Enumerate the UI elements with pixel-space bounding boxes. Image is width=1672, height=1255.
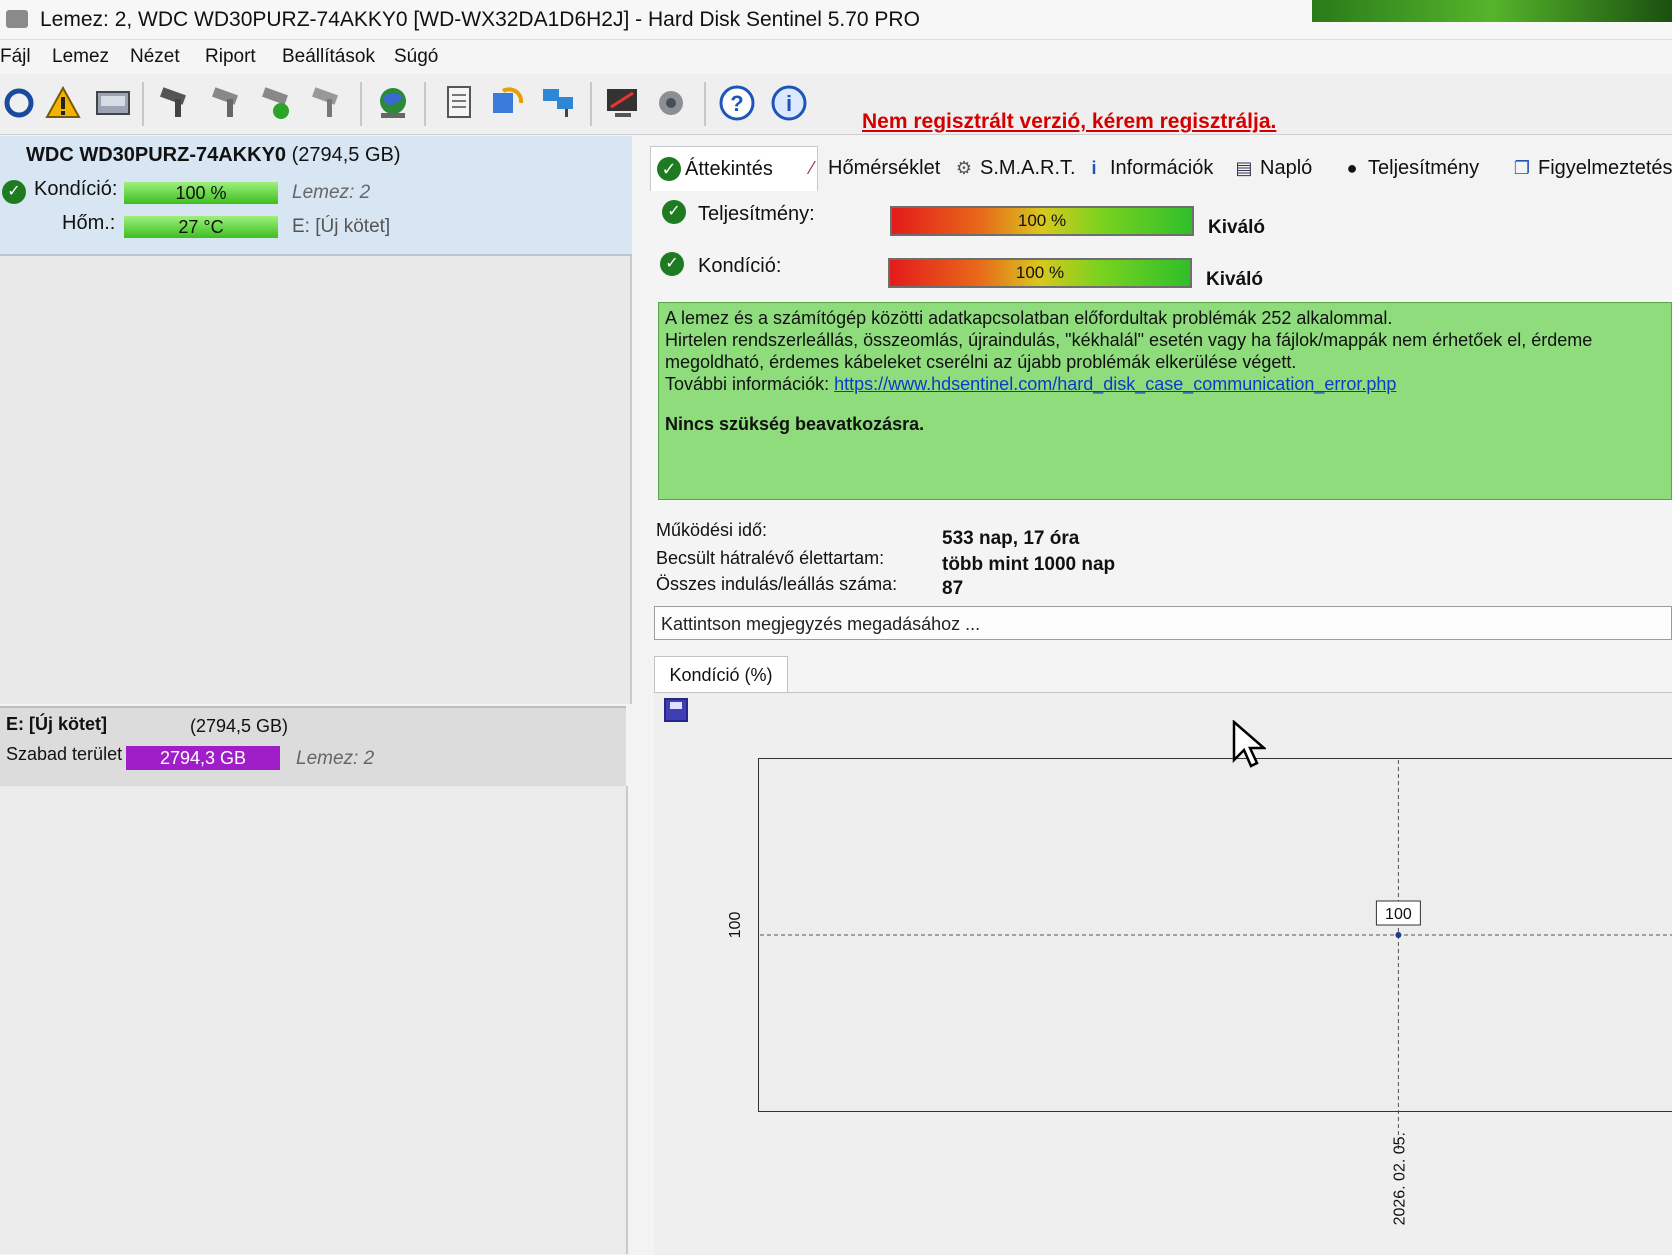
tab-alerts[interactable]: ❐ Figyelmeztetés: [1504, 146, 1672, 190]
temp-label: Hőm.:: [62, 212, 116, 234]
toolbar: ? i Nem regisztrált verzió, kérem regisz…: [0, 74, 1672, 135]
refresh-icon[interactable]: [0, 84, 38, 122]
temp-bar: 27 °C: [124, 216, 278, 238]
status-message-box: A lemez és a számítógép közötti adatkapc…: [658, 302, 1672, 500]
alert-doc-icon: ❐: [1513, 158, 1531, 178]
app-icon: [6, 10, 28, 28]
thermometer-icon: ⁄: [810, 158, 814, 178]
health-ok-icon: ✓: [2, 180, 26, 204]
free-space-bar: 2794,3 GB: [126, 746, 280, 770]
action-text: Nincs szükség beavatkozásra.: [665, 414, 925, 434]
health-rating: Kiváló: [1206, 269, 1264, 290]
svg-text:?: ?: [730, 91, 743, 116]
check-icon: ✓: [657, 157, 681, 181]
log-icon: ▤: [1235, 158, 1253, 178]
info-icon: i: [1091, 158, 1097, 178]
message-line-1: A lemez és a számítógép közötti adatkapc…: [665, 308, 1393, 328]
volume-name: E: [Új kötet]: [6, 714, 107, 734]
disk-model: WDC WD30PURZ-74AKKY0: [26, 144, 287, 166]
tab-temperature[interactable]: ⁄ Hőmérséklet: [794, 146, 940, 190]
menu-view[interactable]: Nézet: [130, 40, 180, 74]
overview-health-label: Kondíció:: [698, 255, 782, 277]
volume-disk-ref: Lemez: 2: [296, 748, 375, 769]
health-bar: 100 %: [124, 182, 278, 204]
performance-icon: ●: [1346, 158, 1358, 178]
speaker-icon[interactable]: [654, 84, 692, 122]
health-chart-plot: [758, 758, 1672, 1112]
volume-list-empty-area: [0, 786, 628, 1254]
tab-information[interactable]: i Információk: [1076, 146, 1213, 190]
about-icon[interactable]: i: [770, 84, 808, 122]
network-icon[interactable]: [540, 84, 578, 122]
tab-bar: ✓ Áttekintés ⁄ Hőmérséklet ⚙ S.M.A.R.T. …: [650, 142, 1672, 196]
registration-warning-link[interactable]: Nem regisztrált verzió, kérem regisztrál…: [862, 110, 1276, 134]
tab-log[interactable]: ▤ Napló: [1226, 146, 1312, 190]
hdd-check-icon[interactable]: [258, 84, 296, 122]
message-line-3: megoldható, érdemes kábeleket cserélni a…: [665, 352, 1297, 372]
performance-rating: Kiváló: [1208, 217, 1266, 238]
message-line-2: Hirtelen rendszerleállás, összeomlás, új…: [665, 330, 1593, 350]
uptime-label: Működési idő:: [656, 520, 768, 540]
help-icon[interactable]: ?: [718, 84, 756, 122]
health-ok-icon-2: ✓: [660, 252, 684, 276]
power-cycles-value: 87: [942, 578, 964, 599]
power-cycles-label: Összes indulás/leállás száma:: [656, 574, 898, 594]
note-input[interactable]: Kattintson megjegyzés megadásához ...: [654, 606, 1672, 640]
report-icon[interactable]: [440, 84, 478, 122]
uptime-value: 533 nap, 17 óra: [942, 528, 1080, 549]
menu-bar: Fájl Lemez Nézet Riport Beállítások Súgó: [0, 40, 1672, 74]
smart-icon: ⚙: [955, 158, 973, 178]
window-title: Lemez: 2, WDC WD30PURZ-74AKKY0 [WD-WX32D…: [40, 8, 920, 31]
free-space-label: Szabad terület: [6, 744, 123, 764]
tab-overview[interactable]: ✓ Áttekintés: [650, 146, 818, 191]
disk-title: WDC WD30PURZ-74AKKY0 (2794,5 GB): [26, 144, 401, 167]
hdd-tool-icon[interactable]: [156, 84, 194, 122]
title-bar: Lemez: 2, WDC WD30PURZ-74AKKY0 [WD-WX32D…: [0, 0, 1672, 40]
menu-settings[interactable]: Beállítások: [282, 40, 375, 74]
globe-icon[interactable]: [374, 84, 412, 122]
performance-label: Teljesítmény:: [698, 203, 815, 225]
disk-list-empty-area: [0, 256, 632, 704]
tab-smart[interactable]: ⚙ S.M.A.R.T.: [946, 146, 1076, 190]
performance-ok-icon: ✓: [662, 200, 686, 224]
volume-panel[interactable]: E: [Új kötet] (2794,5 GB) Szabad terület…: [0, 706, 626, 788]
lifetime-value: több mint 1000 nap: [942, 554, 1116, 575]
sync-icon[interactable]: [488, 84, 526, 122]
menu-disk[interactable]: Lemez: [52, 40, 109, 74]
tab-performance[interactable]: ● Teljesítmény: [1334, 146, 1480, 190]
monitor-icon[interactable]: [604, 84, 642, 122]
svg-text:i: i: [786, 91, 792, 116]
health-meter: 100 %: [888, 258, 1192, 288]
disk-summary-panel[interactable]: WDC WD30PURZ-74AKKY0 (2794,5 GB) ✓ Kondí…: [0, 136, 632, 256]
volume-size: (2794,5 GB): [190, 716, 289, 736]
desktop-background-corner: [1312, 0, 1672, 22]
alert-icon[interactable]: [44, 84, 82, 122]
performance-meter: 100 %: [890, 206, 1194, 236]
health-label: Kondíció:: [34, 178, 118, 200]
disk-size: (2794,5 GB): [291, 144, 401, 166]
menu-file[interactable]: Fájl: [0, 40, 31, 74]
save-icon[interactable]: [664, 698, 688, 722]
lifetime-label: Becsült hátralévő élettartam:: [656, 548, 885, 568]
disk-ref: Lemez: 2: [292, 182, 371, 203]
more-info-label: További információk:: [665, 374, 830, 394]
more-info-link[interactable]: https://www.hdsentinel.com/hard_disk_cas…: [834, 374, 1396, 394]
graph-tab-health[interactable]: Kondíció (%): [654, 656, 788, 693]
menu-report[interactable]: Riport: [205, 40, 256, 74]
mouse-cursor-icon: [1232, 719, 1268, 773]
hdd-search-icon[interactable]: [308, 84, 346, 122]
menu-help[interactable]: Súgó: [394, 40, 438, 74]
hdd-test-icon[interactable]: [208, 84, 246, 122]
volume-ref: E: [Új kötet]: [292, 216, 391, 237]
disk-icon[interactable]: [94, 84, 132, 122]
